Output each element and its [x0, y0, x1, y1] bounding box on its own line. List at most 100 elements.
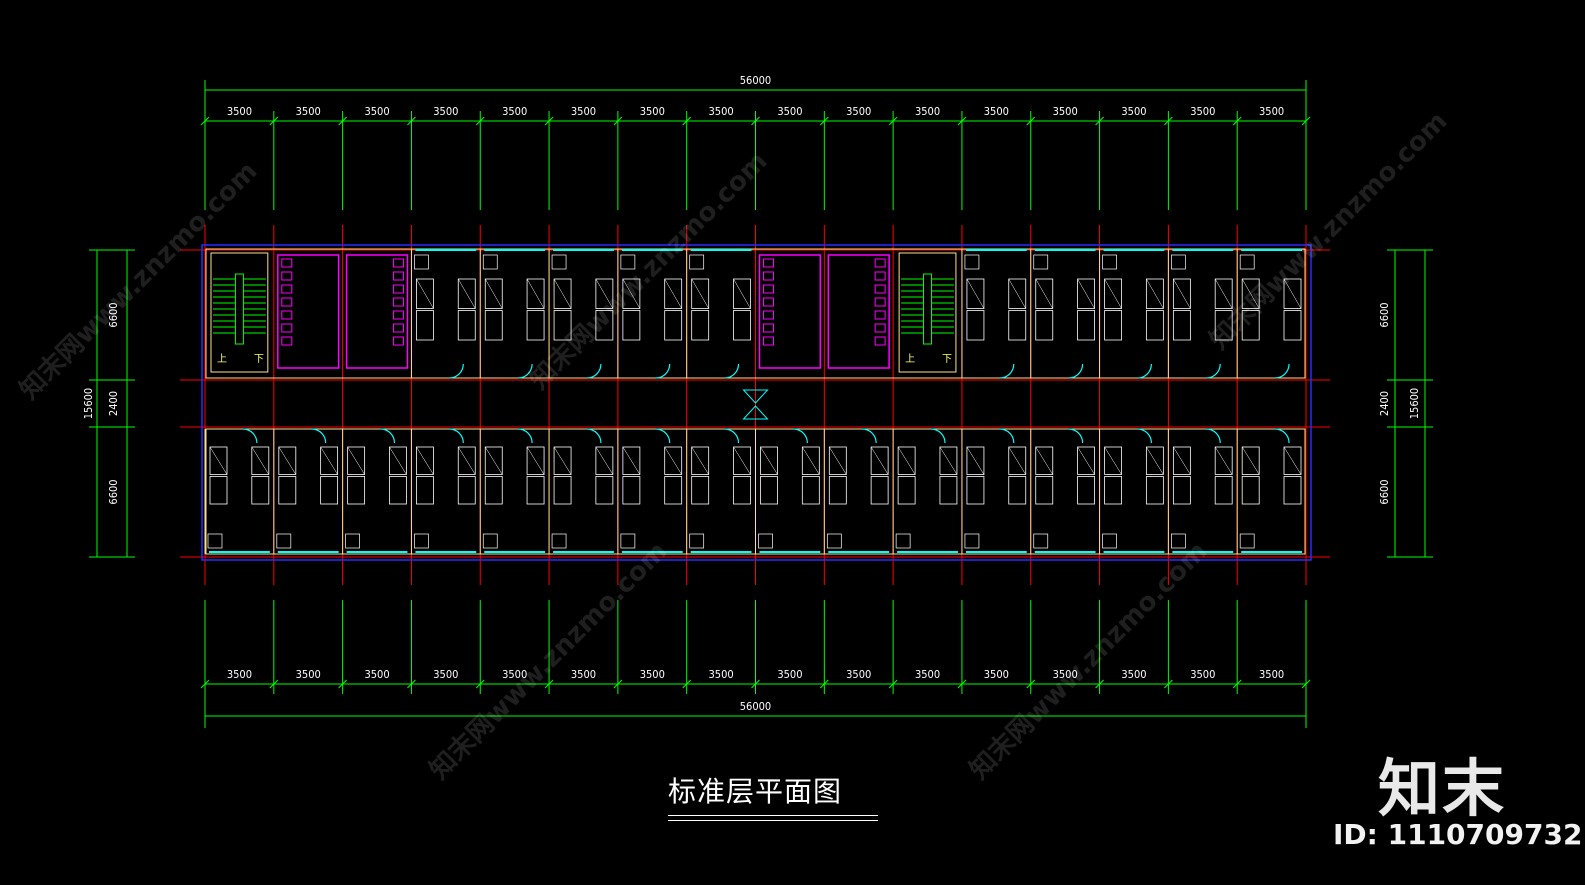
- bed-fixture-mark: [939, 446, 958, 475]
- bed-fixture: [828, 476, 847, 505]
- depth-dimension-label: 2400: [1378, 391, 1391, 416]
- cabinet: [1171, 254, 1186, 270]
- bed-fixture-mark: [664, 446, 682, 475]
- bay-dimension-label: 3500: [777, 668, 802, 681]
- bed-fixture: [691, 476, 710, 505]
- bay-dimension-label: 3500: [984, 668, 1009, 681]
- bed-fixture: [966, 310, 985, 341]
- toilet-stall: [392, 258, 404, 268]
- bed-fixture-mark: [1035, 446, 1053, 475]
- bed-fixture: [320, 476, 339, 505]
- bay-dimension-label: 3500: [1259, 668, 1284, 681]
- bed-fixture-mark: [622, 446, 641, 475]
- toilet-stall: [281, 258, 293, 268]
- cabinet: [1102, 533, 1117, 549]
- total-length-label: 56000: [740, 700, 771, 713]
- bed-fixture-mark: [1173, 278, 1191, 309]
- bed-fixture-mark: [1146, 278, 1164, 309]
- toilet-stall: [281, 284, 293, 294]
- bay-dimension-label: 3500: [296, 668, 321, 681]
- bed-fixture: [1241, 476, 1260, 505]
- bed-fixture: [664, 310, 683, 341]
- title-underline-2: [668, 820, 878, 821]
- cabinet: [345, 533, 360, 549]
- bed-fixture: [1104, 476, 1122, 505]
- bed-fixture-mark: [526, 278, 545, 309]
- door-swing: [655, 363, 671, 379]
- bed-fixture: [484, 310, 503, 341]
- bed-fixture: [939, 476, 958, 505]
- bed-fixture-mark: [966, 278, 985, 309]
- cabinet: [895, 533, 911, 549]
- door-swing: [793, 428, 808, 444]
- depth-dimension-label: 2400: [107, 391, 120, 416]
- bay-dimension-label: 3500: [433, 105, 458, 118]
- bay-dimension-label: 3500: [915, 668, 940, 681]
- depth-dimension-label: 6600: [1378, 302, 1391, 327]
- bay-dimension-label: 3500: [433, 668, 458, 681]
- toilet-stall: [874, 336, 886, 346]
- bed-fixture-mark: [1035, 278, 1053, 309]
- bed-fixture: [733, 476, 751, 505]
- bed-fixture: [1008, 310, 1027, 341]
- cabinet: [551, 533, 567, 549]
- bed-fixture: [1283, 310, 1302, 341]
- bed-fixture-mark: [320, 446, 338, 475]
- bed-fixture: [1172, 310, 1191, 341]
- bed-fixture: [760, 476, 778, 505]
- bed-fixture: [553, 476, 572, 505]
- bay-dimension-label: 3500: [1121, 668, 1146, 681]
- bed-fixture: [278, 476, 297, 505]
- bed-fixture: [870, 476, 889, 505]
- total-length-label: 56000: [740, 74, 771, 87]
- bed-fixture: [389, 476, 407, 505]
- bed-fixture: [664, 476, 683, 505]
- title-underline: [668, 815, 878, 816]
- cabinet: [482, 533, 498, 549]
- door-swing: [1068, 363, 1084, 379]
- door-swing: [1206, 363, 1221, 379]
- cabinet: [1239, 533, 1255, 549]
- bed-fixture: [1145, 310, 1164, 341]
- stair-railing: [923, 273, 933, 345]
- cabinet: [964, 533, 980, 549]
- bed-fixture-mark: [829, 446, 847, 475]
- bed-fixture-mark: [1077, 446, 1095, 475]
- bed-fixture: [526, 310, 545, 341]
- bed-fixture-mark: [458, 446, 476, 475]
- toilet-stall: [763, 284, 774, 294]
- total-depth-label: 15600: [82, 388, 95, 419]
- bed-fixture: [1283, 476, 1302, 505]
- bed-fixture-mark: [553, 278, 572, 309]
- bed-fixture-mark: [733, 446, 751, 475]
- bed-fixture-mark: [1214, 446, 1233, 475]
- bed-fixture-mark: [760, 446, 778, 475]
- bed-fixture-mark: [1104, 446, 1122, 475]
- id-label: ID: 1110709732: [1333, 818, 1583, 851]
- toilet-stall: [281, 271, 293, 281]
- bed-fixture: [801, 476, 820, 505]
- bed-fixture: [622, 476, 641, 505]
- plan-body: 上下上下: [201, 244, 1312, 561]
- toilet-stall: [392, 336, 404, 346]
- stair-down-label: 下: [942, 354, 952, 365]
- bay-dimension-label: 3500: [571, 668, 596, 681]
- bed-fixture-mark: [416, 278, 434, 309]
- bed-fixture: [897, 476, 916, 505]
- bed-fixture-mark: [485, 446, 503, 475]
- bay-dimension-label: 3500: [1121, 105, 1146, 118]
- drawing-title: 标准层平面图: [668, 775, 843, 808]
- toilet-stall: [763, 258, 774, 268]
- bed-fixture: [1104, 310, 1122, 341]
- bed-fixture-mark: [485, 278, 503, 309]
- bed-fixture: [347, 476, 366, 505]
- bay-dimension-label: 3500: [364, 668, 389, 681]
- bed-fixture-mark: [870, 446, 889, 475]
- door-swing: [449, 363, 464, 379]
- bay-dimension-label: 3500: [777, 105, 802, 118]
- bed-fixture: [1172, 476, 1191, 505]
- door-swing: [930, 428, 946, 444]
- bed-fixture-mark: [416, 446, 434, 475]
- bay-dimension-label: 3500: [709, 105, 734, 118]
- bed-fixture-mark: [733, 278, 751, 309]
